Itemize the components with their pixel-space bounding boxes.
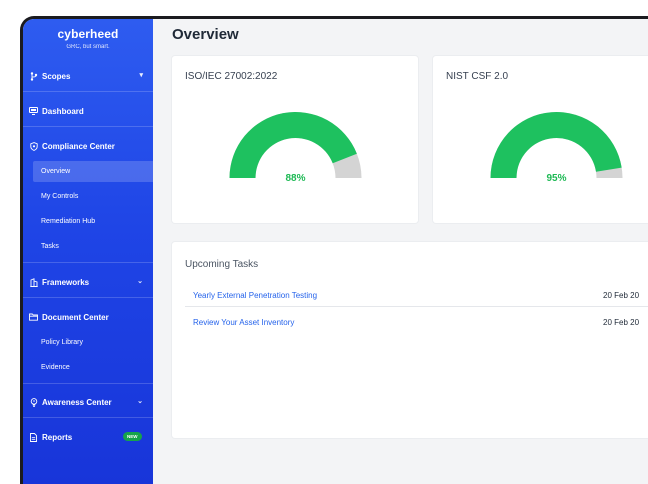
sidebar-subitem-label: Overview [41, 168, 71, 175]
sidebar-subitem-label: Evidence [41, 364, 70, 371]
sidebar: cyberheed GRC, but smart. Scopes ▾ Dashb… [23, 19, 153, 484]
monitor-icon [28, 107, 39, 115]
sidebar-divider [23, 383, 153, 384]
building-icon [28, 277, 39, 287]
sidebar-item-document-center[interactable]: Document Center [23, 306, 153, 328]
folder-icon [28, 313, 39, 321]
sidebar-subitem-label: Remediation Hub [41, 218, 96, 225]
task-row[interactable]: Review Your Asset Inventory 20 Feb 20 [193, 309, 648, 335]
sidebar-subitem-remediation-hub[interactable]: Remediation Hub [33, 211, 153, 232]
upcoming-tasks-title: Upcoming Tasks [185, 259, 259, 270]
compliance-gauge [490, 112, 623, 178]
sidebar-item-label: Scopes [42, 71, 71, 81]
sidebar-item-reports[interactable]: Reports NEW [23, 426, 153, 448]
task-link[interactable]: Yearly External Penetration Testing [193, 291, 317, 300]
sidebar-subitem-evidence[interactable]: Evidence [33, 357, 153, 378]
sidebar-divider [23, 91, 153, 92]
task-row[interactable]: Yearly External Penetration Testing 20 F… [193, 282, 648, 308]
task-link[interactable]: Review Your Asset Inventory [193, 318, 294, 327]
branch-icon [28, 71, 39, 81]
gauge-fill [490, 112, 622, 178]
sidebar-item-label: Document Center [42, 312, 109, 322]
compliance-gauge [229, 111, 362, 178]
sidebar-divider [23, 262, 153, 263]
sidebar-subitem-tasks[interactable]: Tasks [33, 236, 153, 257]
lightbulb-icon [28, 397, 39, 407]
sidebar-subitem-label: Policy Library [41, 339, 84, 346]
sidebar-item-label: Dashboard [42, 106, 84, 116]
new-badge: NEW [123, 432, 142, 441]
sidebar-divider [23, 417, 153, 418]
brand-logo-text: cyberheed [57, 27, 119, 41]
framework-card-nist[interactable]: NIST CSF 2.0 95% [433, 56, 648, 223]
sidebar-divider [23, 126, 153, 127]
sidebar-divider [23, 297, 153, 298]
task-date: 20 Feb 20 [603, 290, 640, 300]
sidebar-item-label: Awareness Center [42, 397, 112, 407]
framework-card-title: ISO/IEC 27002:2022 [185, 71, 278, 82]
sidebar-subitem-policy-library[interactable]: Policy Library [33, 332, 153, 353]
page-title: Overview [172, 26, 239, 43]
caret-down-icon: ▾ [139, 72, 143, 79]
sidebar-item-label: Frameworks [42, 277, 90, 287]
main-content: Overview ISO/IEC 27002:2022 88% NIST CSF… [153, 19, 648, 484]
sidebar-subitem-label: My Controls [41, 193, 79, 200]
framework-card-title: NIST CSF 2.0 [446, 71, 509, 82]
document-icon [28, 432, 39, 442]
sidebar-subitem-label: Tasks [41, 243, 59, 250]
sidebar-item-dashboard[interactable]: Dashboard [23, 100, 153, 122]
upcoming-tasks-card: Upcoming Tasks Yearly External Penetrati… [172, 242, 648, 438]
framework-card-iso[interactable]: ISO/IEC 27002:2022 88% [172, 56, 418, 223]
shield-icon [28, 141, 39, 151]
sidebar-item-label: Reports [42, 432, 73, 442]
sidebar-item-scopes[interactable]: Scopes ▾ [23, 65, 153, 87]
sidebar-item-frameworks[interactable]: Frameworks ⌄ [23, 271, 153, 293]
chevron-down-icon: ⌄ [137, 278, 143, 285]
gauge-percent-label: 95% [546, 173, 567, 184]
chevron-down-icon: ⌄ [137, 398, 143, 405]
sidebar-subitem-my-controls[interactable]: My Controls [33, 186, 153, 207]
sidebar-subitem-overview[interactable]: Overview [33, 161, 153, 182]
app-window: cyberheed GRC, but smart. Scopes ▾ Dashb… [23, 19, 648, 484]
task-date: 20 Feb 20 [603, 317, 640, 327]
brand: cyberheed GRC, but smart. [23, 27, 153, 50]
task-row-divider [185, 306, 648, 307]
sidebar-item-compliance-center[interactable]: Compliance Center [23, 135, 153, 157]
sidebar-item-awareness-center[interactable]: Awareness Center ⌄ [23, 391, 153, 413]
sidebar-item-label: Compliance Center [42, 141, 115, 151]
brand-tagline: GRC, but smart. [66, 44, 110, 50]
gauge-percent-label: 88% [285, 173, 306, 184]
